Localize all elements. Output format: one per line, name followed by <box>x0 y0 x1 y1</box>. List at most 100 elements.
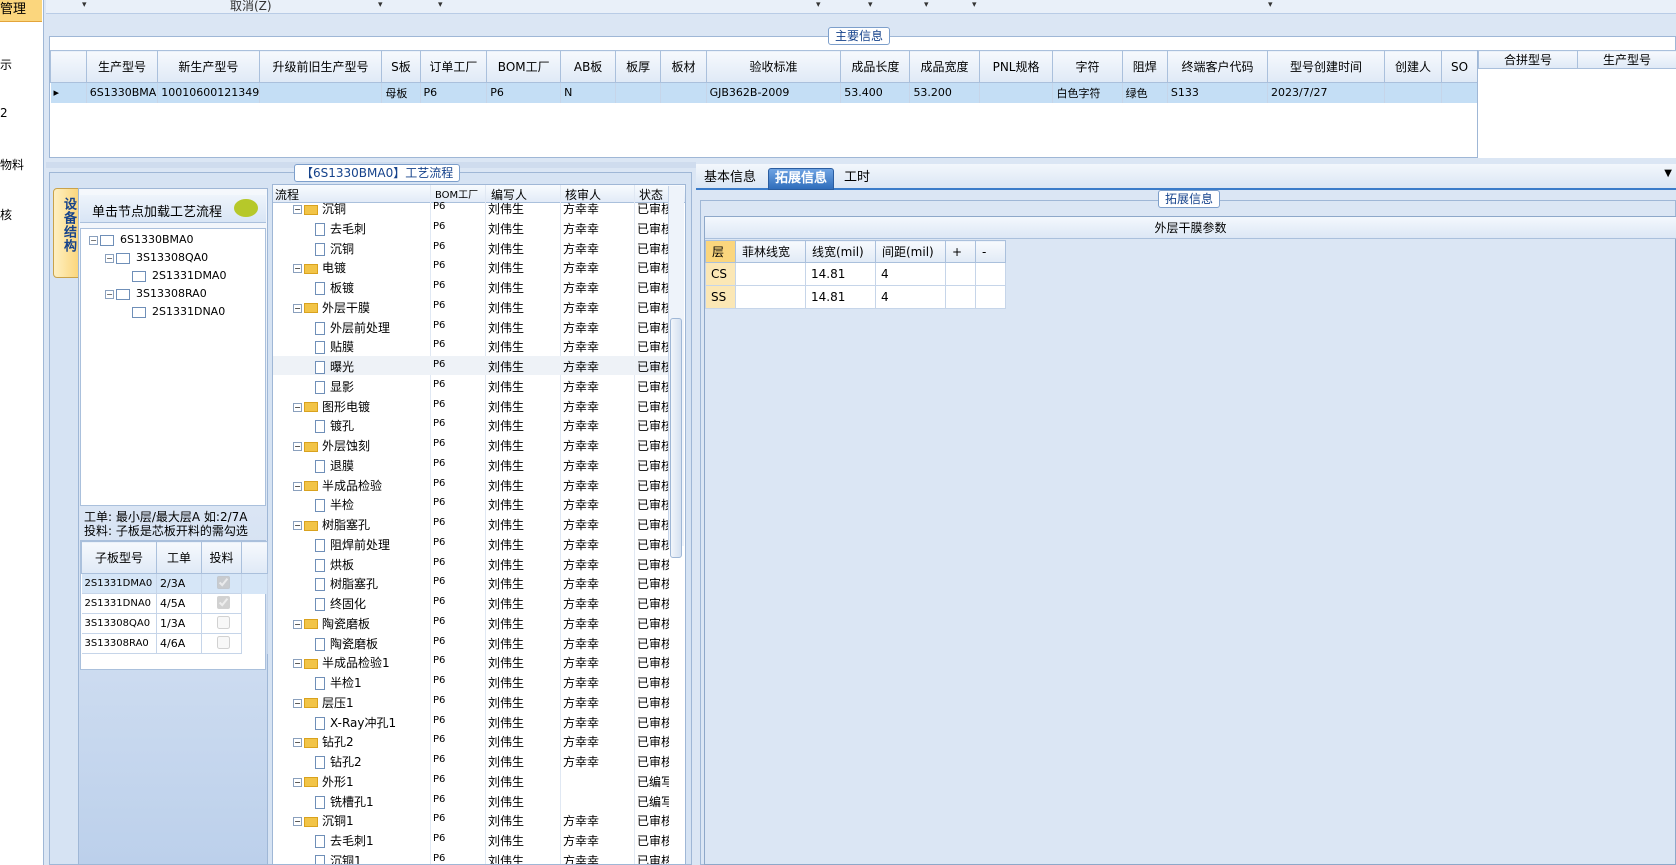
table-cell[interactable] <box>660 82 707 103</box>
column-header[interactable]: 终端客户代码 <box>1166 50 1269 83</box>
list-item[interactable]: − 半成品检验1 P6 刘伟生 方幸幸 已审核 <box>273 652 669 671</box>
list-item[interactable]: 去毛刺1 P6 刘伟生 方幸幸 已审核 <box>273 830 669 849</box>
table-cell[interactable]: P6 <box>486 82 562 103</box>
table-cell[interactable]: 2023/7/27 <box>1267 82 1385 103</box>
flow-name-cell[interactable]: − 树脂塞孔 <box>293 516 370 533</box>
list-item[interactable]: − 图形电镀 P6 刘伟生 方幸幸 已审核 <box>273 396 669 415</box>
column-header[interactable]: 成品长度 <box>840 50 911 83</box>
table-row[interactable]: 2S1331DNA0 4/5A <box>81 593 268 614</box>
table-cell[interactable]: 10010600121349 <box>157 82 260 103</box>
table-cell[interactable]: 2/3A <box>156 573 202 594</box>
nav-item[interactable]: 核 <box>0 206 42 223</box>
table-cell[interactable] <box>735 285 806 309</box>
flow-name-cell[interactable]: 贴膜 <box>315 338 354 355</box>
flow-name-cell[interactable]: 阻焊前处理 <box>315 536 390 553</box>
flow-name-cell[interactable]: − 钻孔2 <box>293 733 354 750</box>
list-item[interactable]: 沉铜 P6 刘伟生 方幸幸 已审核 <box>273 238 669 257</box>
column-header[interactable]: 工单 <box>156 541 202 574</box>
flow-name-cell[interactable]: 退膜 <box>315 457 354 474</box>
tree-node[interactable]: 2S1331DNA0 <box>121 305 225 318</box>
nav-item-active[interactable]: 管理 <box>0 0 42 22</box>
column-header[interactable]: AB板 <box>560 50 616 83</box>
column-header[interactable]: + <box>945 240 976 263</box>
column-header[interactable]: 订单工厂 <box>419 50 488 83</box>
column-header[interactable]: 投料 <box>201 541 242 574</box>
column-header[interactable]: 验收标准 <box>705 50 842 83</box>
table-cell[interactable]: 4/5A <box>156 593 202 614</box>
column-header[interactable]: SO <box>1441 50 1478 83</box>
tree-node[interactable]: − 6S1330BMA0 <box>89 233 194 246</box>
list-item[interactable]: 烘板 P6 刘伟生 方幸幸 已审核 <box>273 554 669 573</box>
table-cell[interactable] <box>945 285 976 309</box>
table-cell[interactable] <box>975 262 1006 286</box>
column-header[interactable]: 升级前旧生产型号 <box>258 50 383 83</box>
table-cell[interactable]: 4/6A <box>156 633 202 654</box>
chevron-down-icon[interactable]: ▾ <box>438 0 443 10</box>
scrollbar-thumb[interactable] <box>670 318 682 558</box>
list-item[interactable]: 树脂塞孔 P6 刘伟生 方幸幸 已审核 <box>273 573 669 592</box>
flow-name-cell[interactable]: 沉铜1 <box>315 852 362 864</box>
list-item[interactable]: 铣槽孔1 P6 刘伟生 已编写 <box>273 791 669 810</box>
chevron-down-icon[interactable]: ▾ <box>924 0 929 10</box>
flow-name-cell[interactable]: 钻孔2 <box>315 753 362 770</box>
flow-name-cell[interactable]: 终固化 <box>315 595 366 612</box>
list-item[interactable]: X-Ray冲孔1 P6 刘伟生 方幸幸 已审核 <box>273 712 669 731</box>
expand-icon[interactable]: − <box>105 253 114 263</box>
table-cell[interactable]: 4 <box>875 285 946 309</box>
chevron-down-icon[interactable]: ▾ <box>82 0 87 10</box>
table-cell[interactable] <box>945 262 976 286</box>
list-item[interactable]: 阻焊前处理 P6 刘伟生 方幸幸 已审核 <box>273 534 669 553</box>
expand-icon[interactable]: − <box>293 205 302 214</box>
table-cell[interactable]: 53.200 <box>909 82 980 103</box>
table-cell[interactable]: GJB362B-2009 <box>706 82 842 103</box>
expand-icon[interactable]: − <box>293 738 302 748</box>
expand-icon[interactable]: − <box>293 777 302 787</box>
list-item[interactable]: 显影 P6 刘伟生 方幸幸 已审核 <box>273 376 669 395</box>
flow-name-cell[interactable]: − 外形1 <box>293 773 354 790</box>
feed-checkbox[interactable] <box>201 613 242 634</box>
column-header[interactable]: 成品宽度 <box>909 50 980 83</box>
column-header[interactable]: PNL规格 <box>978 50 1054 83</box>
chevron-down-icon[interactable]: ▾ <box>378 0 383 10</box>
list-item[interactable]: − 外形1 P6 刘伟生 已编写 <box>273 771 669 790</box>
column-header[interactable]: 间距(mil) <box>875 240 946 263</box>
list-item[interactable]: 镀孔 P6 刘伟生 方幸幸 已审核 <box>273 415 669 434</box>
expand-icon[interactable]: − <box>293 402 302 412</box>
flow-name-cell[interactable]: 沉铜 <box>315 240 354 257</box>
chevron-down-icon[interactable]: ▾ <box>816 0 821 10</box>
table-cell[interactable]: 2S1331DNA0 <box>81 593 157 614</box>
table-row[interactable]: SS 14.81 4 <box>705 285 1006 309</box>
expand-icon[interactable]: − <box>293 442 302 451</box>
tab-extended-info[interactable]: 拓展信息 <box>768 168 835 190</box>
flow-name-cell[interactable]: − 外层干膜 <box>293 299 370 316</box>
tree-node[interactable]: − 3S13308QA0 <box>105 251 208 264</box>
list-item[interactable]: − 钻孔2 P6 刘伟生 方幸幸 已审核 <box>273 731 669 750</box>
table-row[interactable]: 3S13308RA0 4/6A <box>81 633 268 654</box>
expand-icon[interactable]: − <box>293 303 302 313</box>
chevron-down-icon[interactable]: ▾ <box>1268 0 1273 10</box>
table-row[interactable]: CS 14.81 4 <box>705 262 1006 286</box>
flow-name-cell[interactable]: − 外层蚀刻 <box>293 437 370 454</box>
expand-icon[interactable]: − <box>89 235 98 245</box>
column-header[interactable]: 创建人 <box>1383 50 1443 83</box>
list-item[interactable]: 半检1 P6 刘伟生 方幸幸 已审核 <box>273 672 669 691</box>
list-item[interactable]: 去毛刺 P6 刘伟生 方幸幸 已审核 <box>273 218 669 237</box>
flow-name-cell[interactable]: 树脂塞孔 <box>315 575 378 592</box>
expand-icon[interactable]: − <box>293 659 302 669</box>
flow-name-cell[interactable]: 半检1 <box>315 674 362 691</box>
tree-node[interactable]: − 3S13308RA0 <box>105 287 207 300</box>
table-cell[interactable]: 14.81 <box>805 285 876 309</box>
flow-name-cell[interactable]: − 沉铜1 <box>293 812 354 829</box>
table-cell[interactable]: 53.400 <box>840 82 911 103</box>
table-row[interactable]: 3S13308QA0 1/3A <box>81 613 268 634</box>
table-cell[interactable]: 14.81 <box>805 262 876 286</box>
column-header[interactable]: 新生产型号 <box>157 50 260 83</box>
column-header[interactable]: 线宽(mil) <box>805 240 876 263</box>
flow-name-cell[interactable]: − 陶瓷磨板 <box>293 615 370 632</box>
column-header[interactable]: - <box>975 240 1006 263</box>
expand-icon[interactable]: − <box>293 481 302 491</box>
column-header[interactable]: 阻焊 <box>1121 50 1168 83</box>
table-cell[interactable] <box>259 82 383 103</box>
checkbox[interactable] <box>216 615 230 629</box>
table-cell[interactable]: 1/3A <box>156 613 202 634</box>
